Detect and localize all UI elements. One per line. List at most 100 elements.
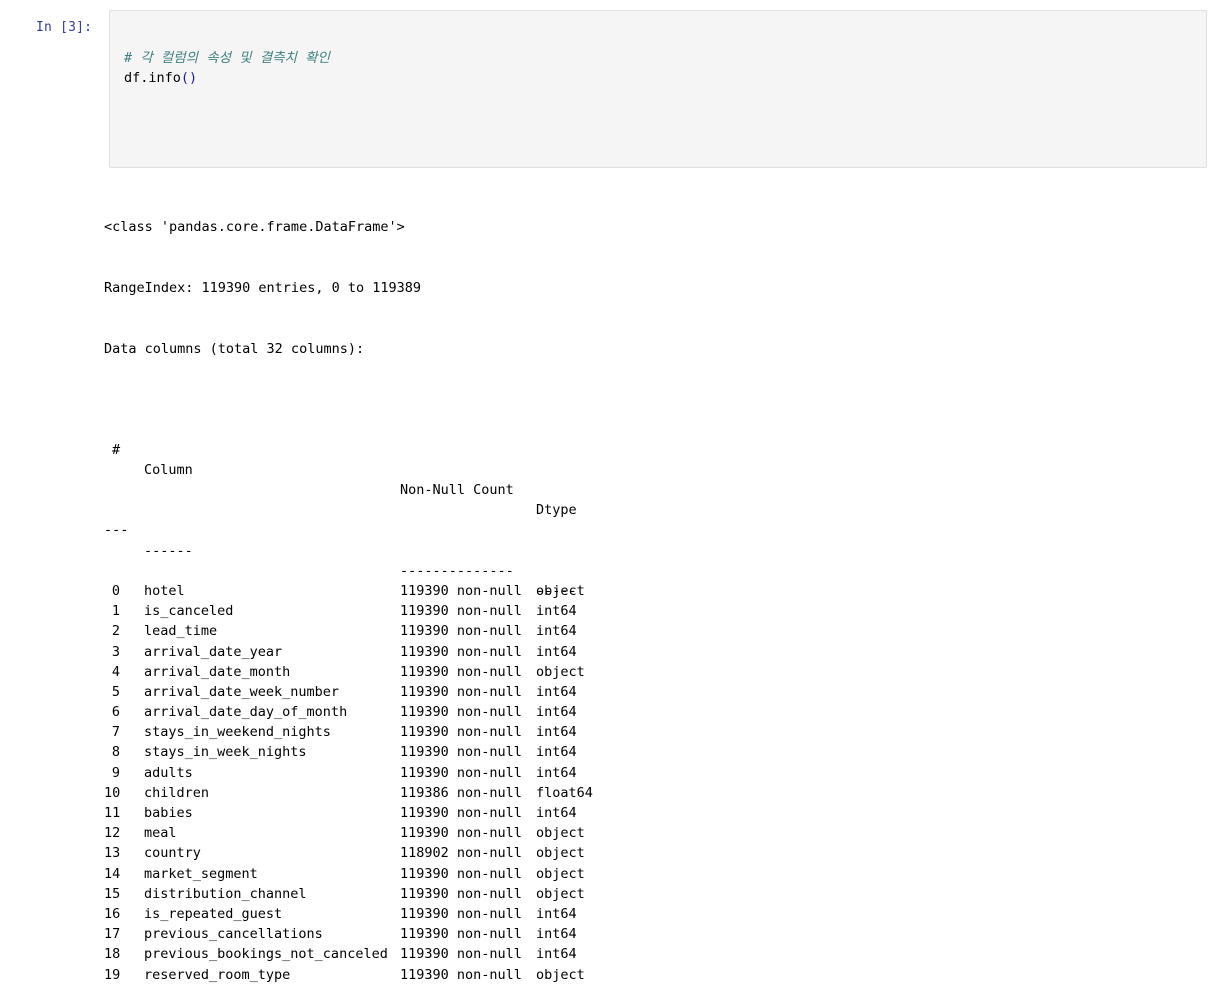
row-non-null-count: 119390 non-null <box>400 805 522 822</box>
row-index: 3 <box>111 643 120 660</box>
row-column-name: previous_cancellations <box>144 926 323 943</box>
info-row: 18 previous_bookings_not_canceled 119390 n… <box>104 944 577 964</box>
row-index: 2 <box>111 623 120 640</box>
header-non-null: Non-Null Count <box>400 482 514 498</box>
row-non-null-count: 119390 non-null <box>400 603 522 620</box>
row-index: 15 <box>104 885 121 902</box>
info-separator-row: --- ------ -------------- ----- <box>104 500 577 599</box>
row-index: 5 <box>111 683 120 700</box>
row-non-null-count: 119390 non-null <box>400 704 522 721</box>
row-index: 12 <box>104 825 121 842</box>
row-index: 8 <box>111 744 120 761</box>
row-column-name: market_segment <box>144 865 258 882</box>
code-editor[interactable]: # 각 컬럼의 속성 및 결측치 확인 df.info() <box>124 48 330 88</box>
row-column-name: previous_bookings_not_canceled <box>144 946 388 963</box>
row-index: 17 <box>104 926 121 943</box>
info-row: 17 previous_cancellations 119390 non-null i… <box>104 924 577 944</box>
row-index: 1 <box>111 603 120 620</box>
row-non-null-count: 119390 non-null <box>400 764 522 781</box>
row-dtype: int64 <box>536 805 577 822</box>
row-non-null-count: 119390 non-null <box>400 724 522 741</box>
row-column-name: country <box>144 845 201 862</box>
row-index: 9 <box>111 764 120 781</box>
info-row: 10 children 119386 non-null float64 <box>104 783 593 803</box>
row-non-null-count: 119390 non-null <box>400 582 522 599</box>
row-column-name: babies <box>144 805 193 822</box>
row-dtype: int64 <box>536 603 577 620</box>
row-index: 18 <box>104 946 121 963</box>
row-index: 19 <box>104 966 121 983</box>
row-index: 10 <box>104 784 121 801</box>
row-column-name: arrival_date_month <box>144 663 291 680</box>
separator-column: ------ <box>144 542 193 559</box>
row-dtype: object <box>536 845 585 862</box>
info-rows: 0 hotel 119390 non-null object 1 is_canceled 1… <box>104 581 593 985</box>
row-dtype: object <box>536 663 585 680</box>
info-row: 6 arrival_date_day_of_month 119390 non-nul… <box>104 702 577 722</box>
row-index: 4 <box>111 663 120 680</box>
row-non-null-count: 119390 non-null <box>400 885 522 902</box>
info-row: 12 meal 119390 non-null object <box>104 823 585 843</box>
code-input-area[interactable]: # 각 컬럼의 속성 및 결측치 확인 df.info() <box>109 10 1207 168</box>
cell-prompt: In [3]: <box>36 20 93 35</box>
info-row: 8 stays_in_week_nights 119390 non-null int6… <box>104 742 577 762</box>
output-columns-line: Data columns (total 32 columns): <box>104 340 365 357</box>
header-column: Column <box>144 461 193 478</box>
row-dtype: int64 <box>536 764 577 781</box>
header-dtype: Dtype <box>536 502 577 519</box>
row-index: 6 <box>111 704 120 721</box>
row-column-name: is_repeated_guest <box>144 905 283 922</box>
row-column-name: adults <box>144 764 193 781</box>
row-non-null-count: 119390 non-null <box>400 663 522 680</box>
info-row: 14 market_segment 119390 non-null object <box>104 864 585 884</box>
separator-index: --- <box>104 522 129 539</box>
info-row: 11 babies 119390 non-null int64 <box>104 803 577 823</box>
info-row: 19 reserved_room_type 119390 non-null objec… <box>104 965 585 985</box>
code-call-parens: () <box>180 70 198 86</box>
row-dtype: object <box>536 582 585 599</box>
row-dtype: int64 <box>536 744 577 761</box>
row-dtype: int64 <box>536 683 577 700</box>
row-dtype: float64 <box>536 784 593 801</box>
info-row: 9 adults 119390 non-null int64 <box>104 763 577 783</box>
row-index: 13 <box>104 845 121 862</box>
output-range-line: RangeIndex: 119390 entries, 0 to 119389 <box>104 280 421 296</box>
info-header-row: # Column Non-Null Count Dtype <box>104 419 577 519</box>
code-comment: # 각 컬럼의 속성 및 결측치 확인 <box>124 50 330 66</box>
separator-non-null: -------------- <box>400 562 514 579</box>
info-row: 1 is_canceled 119390 non-null int64 <box>104 601 577 621</box>
row-non-null-count: 119390 non-null <box>400 966 522 983</box>
row-non-null-count: 119390 non-null <box>400 683 522 700</box>
row-non-null-count: 119390 non-null <box>400 744 522 761</box>
row-index: 16 <box>104 905 121 922</box>
row-non-null-count: 119390 non-null <box>400 623 522 640</box>
row-dtype: int64 <box>536 946 577 963</box>
row-column-name: reserved_room_type <box>144 966 291 983</box>
info-row: 15 distribution_channel 119390 non-null obj… <box>104 884 585 904</box>
row-column-name: arrival_date_year <box>144 643 283 660</box>
info-row: 5 arrival_date_week_number 119390 non-null… <box>104 682 577 702</box>
row-index: 7 <box>111 724 120 741</box>
row-column-name: stays_in_week_nights <box>144 744 307 761</box>
info-row: 3 arrival_date_year 119390 non-null int64 <box>104 642 577 662</box>
info-row: 7 stays_in_weekend_nights 119390 non-null i… <box>104 722 577 742</box>
header-index: # <box>112 441 121 458</box>
row-non-null-count: 118902 non-null <box>400 845 522 862</box>
row-index: 14 <box>104 865 121 882</box>
cell-output: <class 'pandas.core.frame.DataFrame'> Ra… <box>104 177 593 1005</box>
row-non-null-count: 119390 non-null <box>400 825 522 842</box>
row-column-name: is_canceled <box>144 603 234 620</box>
info-row: 13 country 118902 non-null object <box>104 843 585 863</box>
output-class-line: <class 'pandas.core.frame.DataFrame'> <box>104 219 405 236</box>
row-dtype: object <box>536 825 585 842</box>
row-non-null-count: 119390 non-null <box>400 905 522 922</box>
row-column-name: hotel <box>144 582 185 599</box>
row-column-name: children <box>144 784 210 801</box>
row-dtype: object <box>536 966 585 983</box>
row-non-null-count: 119386 non-null <box>400 784 522 801</box>
info-row: 4 arrival_date_month 119390 non-null object <box>104 662 585 682</box>
info-row: 2 lead_time 119390 non-null int64 <box>104 621 577 641</box>
row-column-name: stays_in_weekend_nights <box>144 724 331 741</box>
row-non-null-count: 119390 non-null <box>400 946 522 963</box>
row-non-null-count: 119390 non-null <box>400 865 522 882</box>
